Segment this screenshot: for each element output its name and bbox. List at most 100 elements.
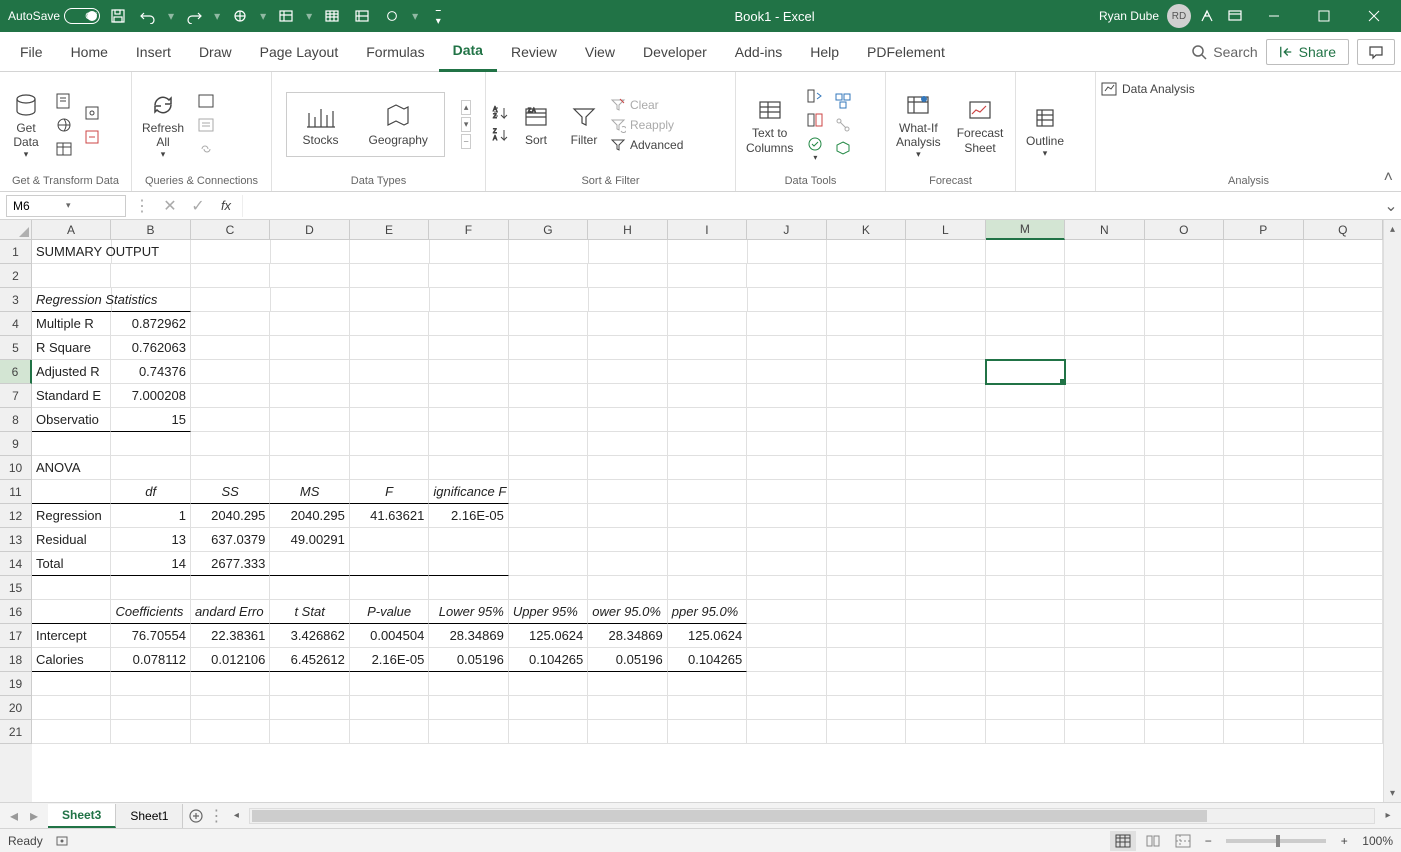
cell[interactable] (1224, 456, 1303, 480)
cell[interactable] (350, 384, 429, 408)
cell[interactable] (1065, 408, 1144, 432)
cell[interactable] (32, 432, 111, 456)
cell[interactable] (1145, 384, 1224, 408)
qat-icon-1[interactable] (228, 4, 252, 28)
cell[interactable] (588, 432, 667, 456)
cell[interactable] (986, 360, 1065, 384)
cell[interactable]: 0.872962 (111, 312, 190, 336)
cell[interactable] (588, 264, 667, 288)
cell[interactable] (1145, 696, 1224, 720)
cell[interactable] (668, 312, 747, 336)
cell[interactable]: 2677.333 (191, 552, 270, 576)
cell[interactable] (350, 240, 429, 264)
cell[interactable]: Multiple R (32, 312, 111, 336)
cell[interactable] (112, 240, 191, 264)
advanced-button[interactable]: Advanced (610, 137, 683, 153)
row-header[interactable]: 11 (0, 480, 32, 504)
col-header[interactable]: C (191, 220, 270, 240)
ribbon-display-icon[interactable] (1223, 4, 1247, 28)
cell[interactable] (1224, 600, 1303, 624)
cell[interactable] (430, 240, 509, 264)
col-header[interactable]: Q (1304, 220, 1383, 240)
cell[interactable] (986, 432, 1065, 456)
cell[interactable]: 76.70554 (111, 624, 190, 648)
cell[interactable] (906, 624, 985, 648)
cell[interactable] (111, 264, 190, 288)
cell[interactable] (747, 600, 826, 624)
cell[interactable] (350, 264, 429, 288)
col-header[interactable]: H (588, 220, 667, 240)
clear-button[interactable]: Clear (610, 97, 683, 113)
cell[interactable] (32, 672, 111, 696)
cell[interactable] (906, 384, 985, 408)
queries-icon[interactable] (194, 90, 218, 112)
forecast-sheet-button[interactable]: Forecast Sheet (951, 92, 1010, 157)
cell[interactable] (191, 576, 270, 600)
cell[interactable]: Coefficients (111, 600, 190, 624)
add-sheet-button[interactable] (183, 808, 209, 824)
cell[interactable] (270, 456, 349, 480)
cell[interactable]: 28.34869 (429, 624, 508, 648)
cell[interactable] (747, 696, 826, 720)
cell[interactable] (509, 720, 588, 744)
cell[interactable] (986, 336, 1065, 360)
qat-icon-5[interactable] (380, 4, 404, 28)
cell[interactable] (1145, 552, 1224, 576)
cell[interactable] (429, 576, 508, 600)
cell[interactable]: Adjusted R (32, 360, 111, 384)
cell[interactable] (588, 480, 667, 504)
cell[interactable]: Regression (32, 504, 111, 528)
cell[interactable] (588, 312, 667, 336)
cell[interactable] (429, 720, 508, 744)
cell[interactable] (1065, 240, 1144, 264)
cell[interactable] (111, 432, 190, 456)
cell[interactable] (429, 528, 508, 552)
cell[interactable] (668, 576, 747, 600)
cell[interactable]: 0.078112 (111, 648, 190, 672)
cell[interactable] (1304, 240, 1383, 264)
cell[interactable] (986, 696, 1065, 720)
cell[interactable] (668, 336, 747, 360)
cell[interactable] (827, 312, 906, 336)
cell[interactable] (270, 672, 349, 696)
edit-links-icon[interactable] (194, 138, 218, 160)
sheet-next-icon[interactable]: ▸ (26, 806, 42, 826)
cell[interactable] (191, 288, 270, 312)
row-header[interactable]: 6 (0, 360, 32, 384)
data-analysis-button[interactable]: Data Analysis (1100, 80, 1195, 98)
cell[interactable]: MS (270, 480, 349, 504)
cell[interactable] (588, 552, 667, 576)
cell[interactable] (1065, 696, 1144, 720)
cell[interactable] (509, 576, 588, 600)
col-header[interactable]: J (747, 220, 826, 240)
cell[interactable] (747, 552, 826, 576)
cell[interactable] (668, 408, 747, 432)
cell[interactable] (1224, 240, 1303, 264)
relationships-icon[interactable] (831, 114, 855, 136)
cell[interactable] (1224, 336, 1303, 360)
cell[interactable] (1224, 696, 1303, 720)
cell[interactable]: 0.762063 (111, 336, 190, 360)
cell[interactable] (747, 648, 826, 672)
cell[interactable] (748, 240, 827, 264)
cell[interactable]: Observatio (32, 408, 111, 432)
data-model-icon[interactable] (831, 138, 855, 160)
cell[interactable] (668, 672, 747, 696)
reapply-button[interactable]: Reapply (610, 117, 683, 133)
from-web-icon[interactable] (52, 114, 76, 136)
page-break-view-icon[interactable] (1170, 831, 1196, 851)
cell[interactable] (906, 504, 985, 528)
cell[interactable] (350, 456, 429, 480)
cell[interactable] (1065, 312, 1144, 336)
cell[interactable] (270, 432, 349, 456)
cell[interactable]: ANOVA (32, 456, 111, 480)
cell[interactable] (509, 552, 588, 576)
cell[interactable] (1304, 312, 1383, 336)
cell[interactable] (191, 432, 270, 456)
from-table-icon[interactable] (52, 138, 76, 160)
cell[interactable] (668, 432, 747, 456)
select-all-corner[interactable] (0, 220, 32, 240)
cell[interactable]: 125.0624 (509, 624, 588, 648)
cell[interactable] (986, 408, 1065, 432)
cell[interactable] (747, 360, 826, 384)
